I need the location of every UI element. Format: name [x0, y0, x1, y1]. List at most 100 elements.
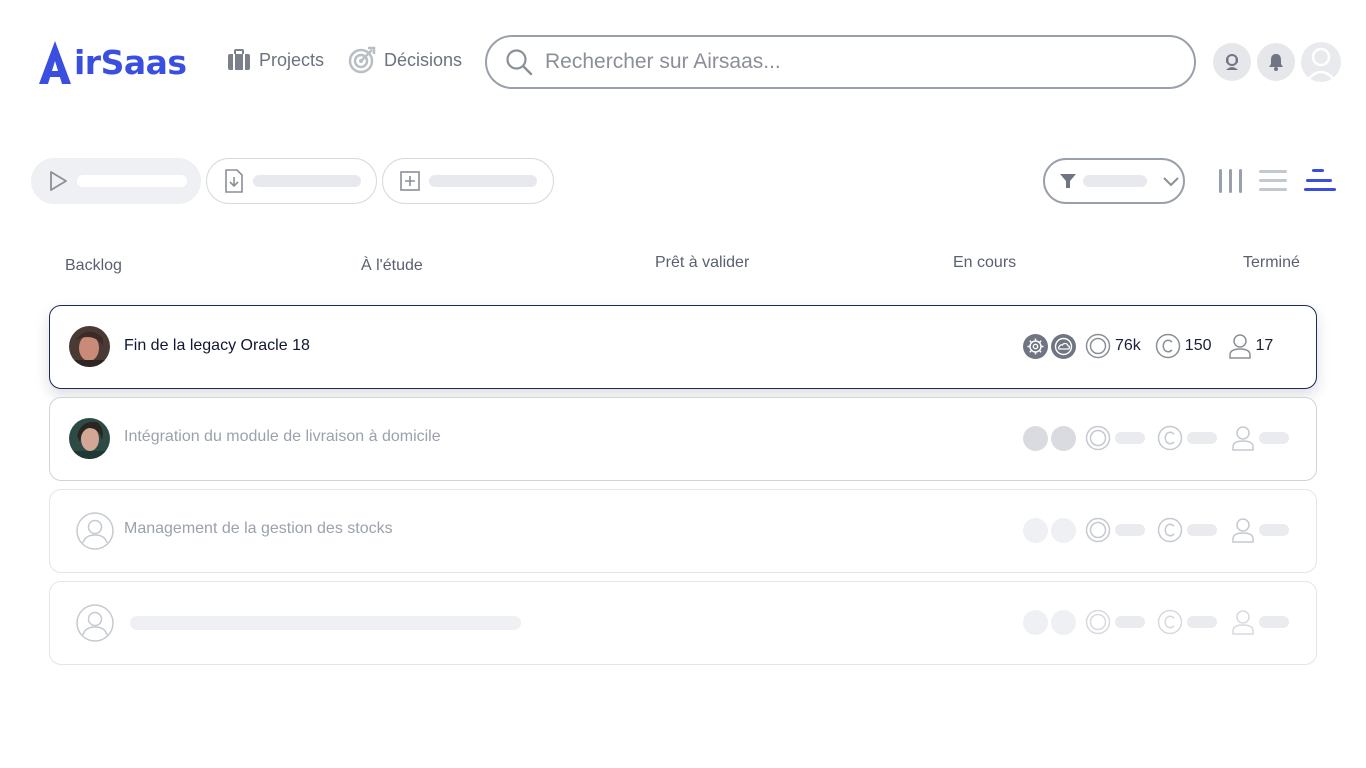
- project-row-skeleton[interactable]: [49, 581, 1317, 665]
- support-icon: [1226, 54, 1238, 70]
- cloud-icon: [1054, 337, 1073, 355]
- effort-metric: 150: [1155, 333, 1212, 359]
- play-button-label-placeholder: [77, 175, 187, 187]
- chevron-down-icon: [1163, 177, 1179, 187]
- play-button[interactable]: [31, 158, 201, 204]
- people-value: 17: [1255, 337, 1274, 354]
- budget-metric: [1085, 609, 1145, 635]
- project-metrics: [1023, 424, 1289, 452]
- budget-value-placeholder: [1115, 432, 1145, 444]
- nav-decisions-label: Décisions: [384, 49, 463, 70]
- support-button[interactable]: [1213, 43, 1251, 81]
- gantt-view-icon: [1304, 169, 1336, 191]
- effort-metric: [1157, 517, 1217, 543]
- copyright-icon: [1157, 425, 1183, 451]
- people-metric: [1231, 609, 1289, 635]
- search-bar[interactable]: [485, 35, 1196, 89]
- columns-view-icon: [1219, 169, 1242, 193]
- import-button[interactable]: [206, 158, 377, 204]
- person-icon: [1232, 610, 1254, 635]
- project-owner-avatar: [76, 604, 114, 642]
- nav-projects[interactable]: Projects: [227, 44, 324, 76]
- status-header-termine: Terminé: [1243, 254, 1300, 271]
- play-icon: [50, 171, 67, 191]
- effort-metric: [1157, 609, 1217, 635]
- copyright-icon: [1157, 609, 1183, 635]
- settings-badge-placeholder: [1023, 425, 1048, 451]
- effort-value-placeholder: [1187, 616, 1217, 628]
- project-row[interactable]: Intégration du module de livraison à dom…: [49, 397, 1317, 481]
- people-metric: 17: [1228, 333, 1274, 359]
- settings-badge-placeholder: [1023, 517, 1048, 543]
- gear-icon: [1027, 338, 1044, 354]
- user-avatar-icon: [1305, 47, 1337, 82]
- import-button-label-placeholder: [253, 175, 361, 187]
- filter-label-placeholder: [1083, 175, 1147, 187]
- search-icon: [506, 49, 533, 76]
- project-metrics: 76k 150 17: [1023, 332, 1273, 360]
- add-square-icon: [400, 171, 420, 191]
- budget-icon: [1085, 517, 1111, 543]
- cloud-badge-placeholder: [1051, 517, 1076, 543]
- notifications-button[interactable]: [1257, 43, 1295, 81]
- columns-view-button[interactable]: [1216, 166, 1246, 196]
- search-input[interactable]: [545, 50, 1145, 74]
- budget-icon: [1085, 609, 1111, 635]
- project-row[interactable]: Management de la gestion des stocks: [49, 489, 1317, 573]
- budget-icon: [1085, 425, 1111, 451]
- people-metric: [1231, 425, 1289, 451]
- bell-icon: [1269, 54, 1283, 71]
- user-outline-icon: [76, 604, 114, 642]
- copyright-icon: [1157, 517, 1183, 543]
- settings-badge: [1023, 333, 1048, 359]
- target-icon: [348, 46, 376, 74]
- project-title-placeholder: [130, 616, 521, 630]
- briefcase-icon: [228, 49, 250, 70]
- status-header-etude: À l'étude: [361, 257, 423, 274]
- status-header-pret: Prêt à valider: [655, 254, 750, 271]
- project-title: Management de la gestion des stocks: [124, 520, 393, 537]
- budget-value-placeholder: [1115, 524, 1145, 536]
- add-button[interactable]: [382, 158, 554, 204]
- effort-metric: [1157, 425, 1217, 451]
- project-owner-avatar: [69, 326, 110, 367]
- airsaas-logo-icon: [39, 41, 71, 84]
- budget-value-placeholder: [1115, 616, 1145, 628]
- user-outline-icon: [76, 512, 114, 550]
- cloud-badge-placeholder: [1051, 425, 1076, 451]
- people-value-placeholder: [1259, 616, 1289, 628]
- list-view-button[interactable]: [1258, 166, 1288, 196]
- people-value-placeholder: [1259, 524, 1289, 536]
- logo-text: irSaas: [74, 42, 187, 82]
- cloud-badge: [1051, 333, 1076, 359]
- project-owner-avatar: [69, 418, 110, 459]
- nav-projects-label: Projects: [259, 49, 325, 70]
- settings-badge-placeholder: [1023, 609, 1048, 635]
- user-avatar-button[interactable]: [1301, 42, 1341, 82]
- project-metrics: [1023, 608, 1289, 636]
- import-file-icon: [225, 169, 243, 193]
- project-metrics: [1023, 516, 1289, 544]
- budget-metric: [1085, 517, 1145, 543]
- budget-value: 76k: [1115, 337, 1141, 354]
- effort-value-placeholder: [1187, 524, 1217, 536]
- effort-value: 150: [1184, 337, 1212, 354]
- budget-metric: 76k: [1085, 333, 1141, 359]
- cloud-badge-placeholder: [1051, 609, 1076, 635]
- budget-metric: [1085, 425, 1145, 451]
- project-title: Fin de la legacy Oracle 18: [124, 337, 310, 354]
- project-row[interactable]: Fin de la legacy Oracle 18 76k 150 17: [49, 305, 1317, 389]
- list-view-icon: [1259, 170, 1287, 191]
- filter-dropdown[interactable]: [1043, 158, 1185, 204]
- budget-icon: [1085, 333, 1111, 359]
- project-owner-avatar: [76, 512, 114, 550]
- airsaas-logo[interactable]: irSaas: [38, 38, 187, 86]
- gantt-view-button[interactable]: [1302, 166, 1336, 196]
- status-header-en-cours: En cours: [953, 254, 1017, 271]
- person-icon: [1232, 426, 1254, 451]
- people-metric: [1231, 517, 1289, 543]
- person-icon: [1228, 334, 1251, 359]
- person-icon: [1232, 518, 1254, 543]
- nav-decisions[interactable]: Décisions: [348, 44, 462, 76]
- people-value-placeholder: [1259, 432, 1289, 444]
